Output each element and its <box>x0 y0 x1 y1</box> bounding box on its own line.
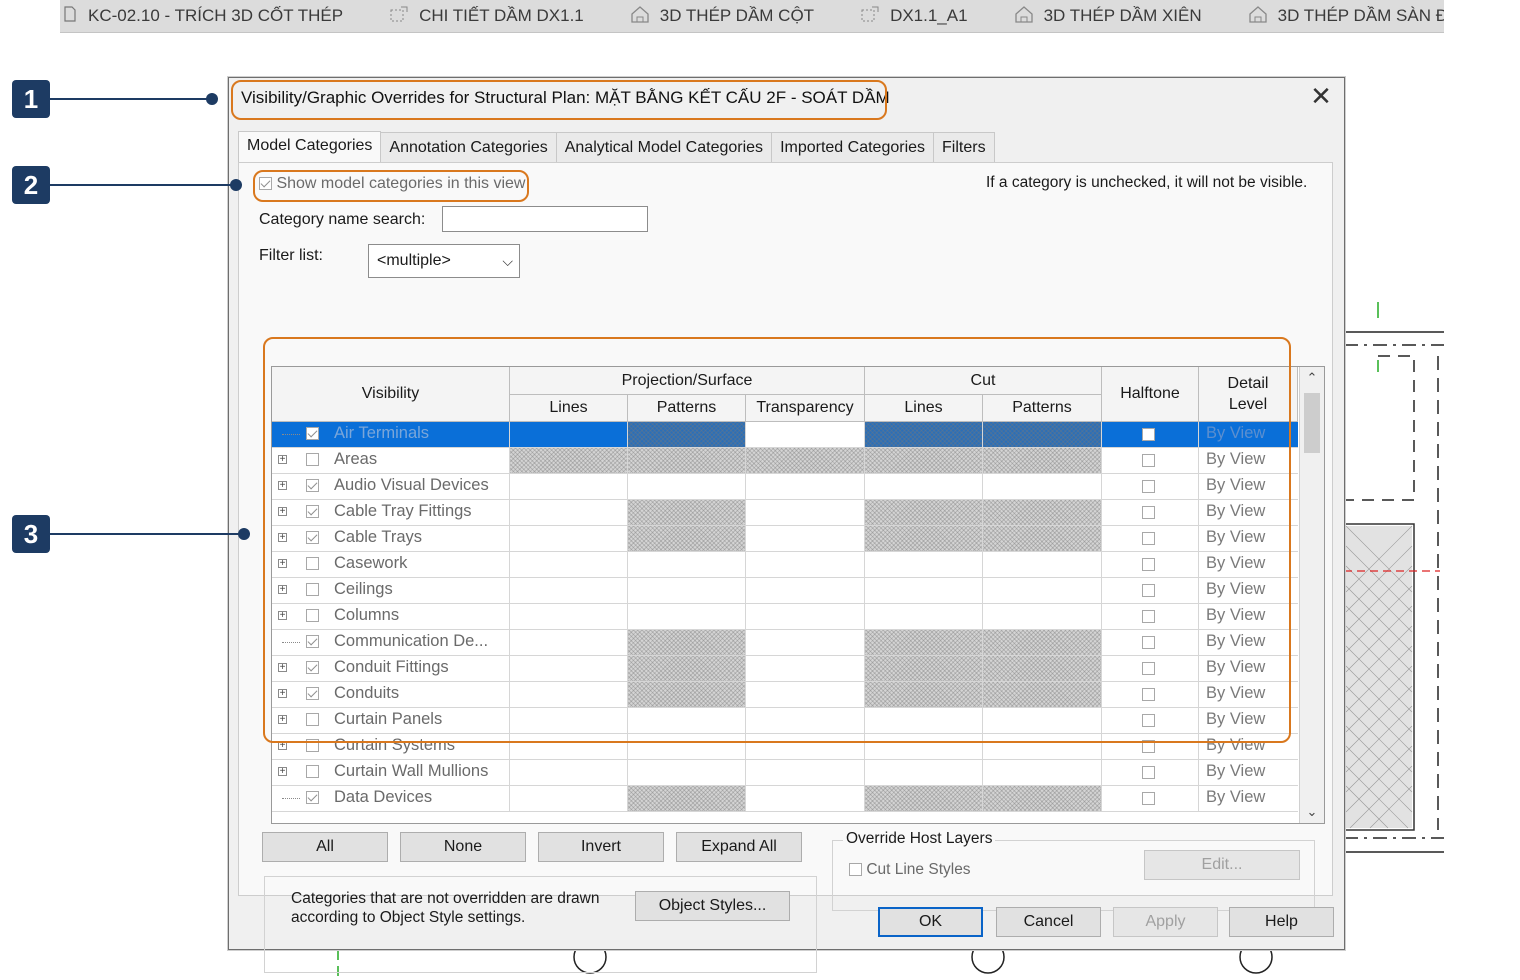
tree-line <box>282 798 300 799</box>
project-tab[interactable]: 3D THÉP DẦM SÀN ĐIỂ <box>1248 5 1444 28</box>
help-button[interactable]: Help <box>1229 907 1334 937</box>
detail-level-value[interactable]: By View <box>1206 788 1265 807</box>
ok-button[interactable]: OK <box>878 907 983 937</box>
section-view-icon <box>389 6 419 27</box>
cell-transparency[interactable] <box>746 760 865 785</box>
3d-view-icon <box>1248 5 1278 28</box>
callout-2-leader <box>50 184 236 186</box>
all-button[interactable]: All <box>262 832 388 862</box>
object-style-note-box: Categories that are not overridden are d… <box>264 876 817 973</box>
callout-2-dot <box>230 179 242 191</box>
cell-proj-lines[interactable] <box>510 760 628 785</box>
filter-list-select[interactable]: <multiple> ⌵ <box>368 244 520 278</box>
project-tab-label: 3D THÉP DẦM CỘT <box>659 6 815 25</box>
override-host-layers-group: Override Host Layers Cut Line Styles Edi… <box>832 830 1315 911</box>
grid-scrollbar[interactable]: ⌃ ⌄ <box>1299 367 1324 823</box>
section-view-icon <box>860 6 890 27</box>
tab-analytical-model-categories[interactable]: Analytical Model Categories <box>555 132 773 162</box>
cut-line-styles-check[interactable] <box>849 863 862 877</box>
highlight-title <box>231 80 887 120</box>
scroll-up-icon[interactable]: ⌃ <box>1300 370 1324 386</box>
tab-filters[interactable]: Filters <box>933 132 995 162</box>
3d-view-icon <box>630 5 660 28</box>
tab-model-categories[interactable]: Model Categories <box>238 131 382 163</box>
chevron-down-icon: ⌵ <box>502 253 513 269</box>
expand-all-button[interactable]: Expand All <box>676 832 802 862</box>
scroll-thumb[interactable] <box>1304 393 1320 453</box>
category-tabs: Model Categories Annotation Categories Ana… <box>238 131 995 163</box>
cell-transparency[interactable] <box>746 786 865 811</box>
highlight-category-rows <box>263 337 1291 743</box>
callout-1-dot <box>206 93 218 105</box>
category-visibility-checkbox[interactable] <box>306 791 319 804</box>
cut-line-styles-checkbox[interactable]: Cut Line Styles <box>849 861 971 879</box>
expand-icon[interactable]: + <box>278 767 287 777</box>
callout-3-leader <box>50 533 244 535</box>
object-styles-button[interactable]: Object Styles... <box>635 891 790 921</box>
object-style-note: Categories that are not overridden are d… <box>291 890 600 926</box>
cell-proj-lines[interactable] <box>510 786 628 811</box>
halftone-checkbox[interactable] <box>1142 792 1155 805</box>
category-row[interactable]: Data Devices By View <box>272 786 1298 812</box>
edit-button[interactable]: Edit... <box>1144 850 1300 880</box>
category-row[interactable]: + Curtain Wall Mullions By View <box>272 760 1298 786</box>
tab-imported-categories[interactable]: Imported Categories <box>771 132 935 162</box>
cell-proj-patterns[interactable] <box>628 786 746 811</box>
none-button[interactable]: None <box>400 832 526 862</box>
cancel-button[interactable]: Cancel <box>996 907 1101 937</box>
category-visibility-checkbox[interactable] <box>306 765 319 778</box>
cell-cut-lines[interactable] <box>865 760 983 785</box>
project-tab-label: KC-02.10 - TRÍCH 3D CỐT THÉP <box>88 6 344 25</box>
halftone-checkbox[interactable] <box>1142 766 1155 779</box>
cut-line-styles-label: Cut Line Styles <box>866 861 971 878</box>
sheet-icon <box>62 5 88 27</box>
project-tab-label: 3D THÉP DẦM SÀN ĐIỂ <box>1277 6 1444 25</box>
cell-halftone[interactable] <box>1102 760 1199 785</box>
close-icon[interactable]: ✕ <box>1308 83 1334 110</box>
visibility-hint: If a category is unchecked, it will not … <box>986 174 1308 191</box>
filter-list-value: <multiple> <box>377 252 451 269</box>
highlight-show-categories <box>253 170 529 202</box>
callout-3: 3 <box>12 515 50 553</box>
override-host-title: Override Host Layers <box>843 830 996 848</box>
project-tab[interactable]: DX1.1_A1 <box>860 6 968 27</box>
category-name: Curtain Wall Mullions <box>334 762 489 780</box>
tab-annotation-categories[interactable]: Annotation Categories <box>380 132 557 162</box>
detail-level-value[interactable]: By View <box>1206 762 1265 781</box>
cell-halftone[interactable] <box>1102 786 1199 811</box>
category-search-input[interactable] <box>442 206 648 232</box>
3d-view-icon <box>1014 5 1044 28</box>
project-tab-label: DX1.1_A1 <box>890 6 968 25</box>
invert-button[interactable]: Invert <box>538 832 664 862</box>
callout-2: 2 <box>12 166 50 204</box>
project-tab[interactable]: CHI TIẾT DẦM DX1.1 <box>389 6 584 27</box>
visibility-cell[interactable]: Data Devices <box>272 786 510 811</box>
callout-1: 1 <box>12 80 50 118</box>
cell-cut-lines[interactable] <box>865 786 983 811</box>
filter-list-label: Filter list: <box>259 247 323 264</box>
project-tab[interactable]: 3D THÉP DẦM CỘT <box>630 5 814 28</box>
project-tab[interactable]: 3D THÉP DẦM XIÊN <box>1014 5 1202 28</box>
project-tab-label: CHI TIẾT DẦM DX1.1 <box>419 6 584 25</box>
project-tab[interactable]: KC-02.10 - TRÍCH 3D CỐT THÉP <box>62 5 344 27</box>
project-tab-label: 3D THÉP DẦM XIÊN <box>1043 6 1202 25</box>
project-view-tabs: KC-02.10 - TRÍCH 3D CỐT THÉP CHI TIẾT DẦM… <box>60 0 1444 33</box>
scroll-down-icon[interactable]: ⌄ <box>1300 804 1324 820</box>
callout-3-dot <box>238 528 250 540</box>
cell-cut-patterns[interactable] <box>983 786 1102 811</box>
visibility-cell[interactable]: + Curtain Wall Mullions <box>272 760 510 785</box>
cell-proj-patterns[interactable] <box>628 760 746 785</box>
cell-cut-patterns[interactable] <box>983 760 1102 785</box>
category-name: Data Devices <box>334 788 433 806</box>
search-label: Category name search: <box>259 211 426 228</box>
apply-button[interactable]: Apply <box>1113 907 1218 937</box>
callout-1-leader <box>50 98 212 100</box>
